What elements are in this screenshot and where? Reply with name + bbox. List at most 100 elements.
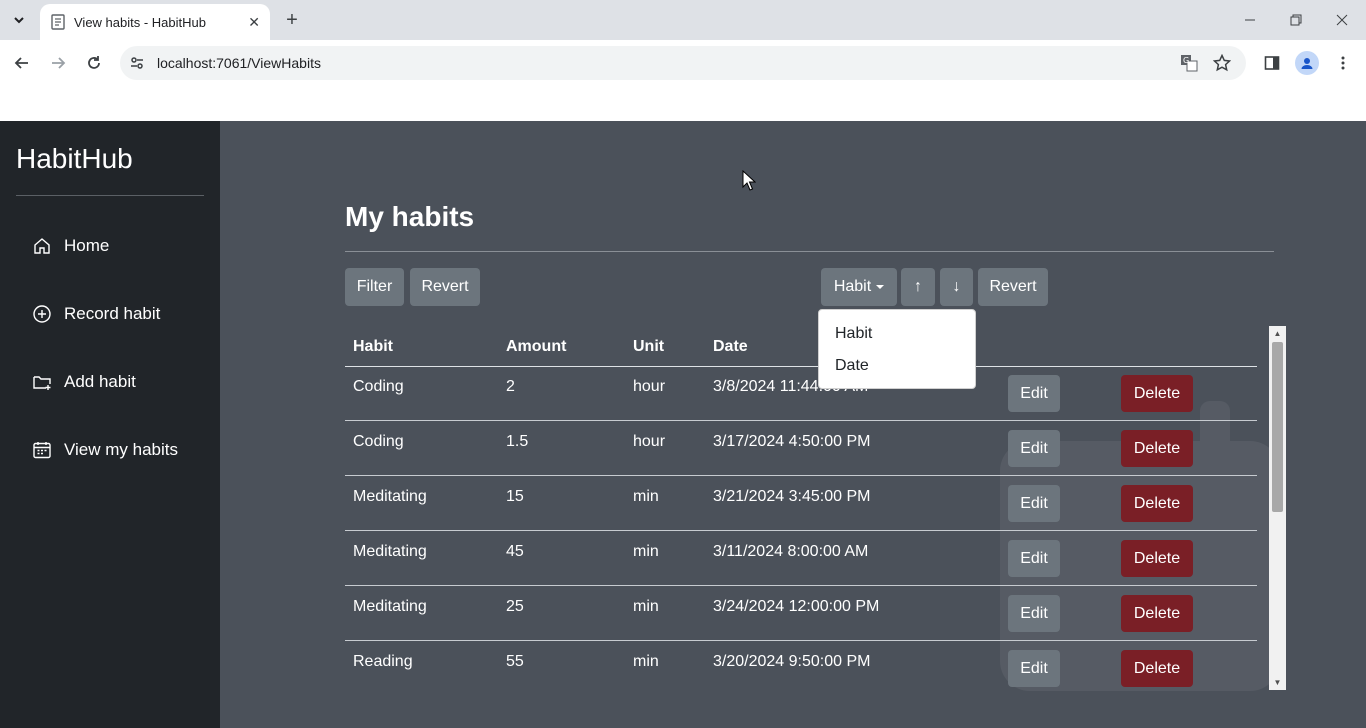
table-row: Reading 55 min 3/20/2024 9:50:00 PM Edit… <box>345 641 1257 691</box>
cell-habit: Reading <box>353 653 413 670</box>
restore-icon[interactable] <box>1284 8 1308 32</box>
cell-unit: hour <box>633 378 666 395</box>
address-bar[interactable]: localhost:7061/ViewHabits G <box>120 46 1246 80</box>
site-settings-icon[interactable] <box>128 54 146 72</box>
caret-down-icon <box>876 285 885 289</box>
delete-button[interactable]: Delete <box>1121 595 1193 632</box>
delete-button[interactable]: Delete <box>1121 650 1193 687</box>
column-header-date: Date <box>713 338 748 355</box>
delete-button[interactable]: Delete <box>1121 485 1193 522</box>
sort-field-menu: Habit Date <box>818 309 976 389</box>
table-row: Meditating 15 min 3/21/2024 3:45:00 PM E… <box>345 476 1257 531</box>
minimize-icon[interactable] <box>1238 8 1262 32</box>
sort-descending-button[interactable]: ↓ <box>940 268 973 306</box>
edit-button[interactable]: Edit <box>1008 375 1060 412</box>
main-content: My habits Filter Revert Habit ↑ ↓ Revert… <box>220 121 1366 728</box>
sort-ascending-button[interactable]: ↑ <box>901 268 935 306</box>
cell-date: 3/21/2024 3:45:00 PM <box>713 488 871 505</box>
cell-unit: min <box>633 488 659 505</box>
sort-field-label: Habit <box>833 278 872 295</box>
cell-unit: hour <box>633 433 666 450</box>
column-header-habit: Habit <box>353 338 393 355</box>
url-text[interactable]: localhost:7061/ViewHabits <box>157 55 321 71</box>
browser-tab[interactable]: View habits - HabitHub ✕ <box>40 4 270 40</box>
sidebar-item-record-habit[interactable]: Record habit <box>32 300 160 328</box>
delete-button[interactable]: Delete <box>1121 540 1193 577</box>
page-title: My habits <box>345 201 475 232</box>
cell-habit: Meditating <box>353 598 427 615</box>
cell-unit: min <box>633 543 659 560</box>
table-row: Coding 2 hour 3/8/2024 11:44:00 AM Edit … <box>345 366 1257 421</box>
browser-toolbar: localhost:7061/ViewHabits G <box>0 40 1366 86</box>
tab-close-icon[interactable]: ✕ <box>248 14 260 31</box>
scroll-down-arrow-icon[interactable]: ▼ <box>1269 675 1286 690</box>
cell-date: 3/24/2024 12:00:00 PM <box>713 598 880 615</box>
sidebar-item-label: Add habit <box>64 372 136 391</box>
scrollbar-thumb[interactable] <box>1272 342 1283 512</box>
plus-circle-icon <box>32 304 52 324</box>
cell-amount: 55 <box>506 653 524 670</box>
cell-unit: min <box>633 598 659 615</box>
scroll-up-arrow-icon[interactable]: ▲ <box>1269 326 1286 341</box>
delete-button[interactable]: Delete <box>1121 375 1193 412</box>
browser-tab-bar: View habits - HabitHub ✕ + <box>0 0 1366 40</box>
profile-avatar-icon[interactable] <box>1295 51 1319 75</box>
cell-amount: 2 <box>506 378 515 395</box>
habithub-app: HabitHub Home Record habit Add habit Vie… <box>0 121 1366 728</box>
sidebar-item-home[interactable]: Home <box>32 232 109 260</box>
delete-button[interactable]: Delete <box>1121 430 1193 467</box>
edit-button[interactable]: Edit <box>1008 595 1060 632</box>
brand-logo[interactable]: HabitHub <box>16 143 133 175</box>
edit-button[interactable]: Edit <box>1008 650 1060 687</box>
edit-button[interactable]: Edit <box>1008 485 1060 522</box>
bookmark-star-icon[interactable] <box>1212 53 1232 73</box>
svg-text:G: G <box>1183 56 1189 65</box>
cell-habit: Coding <box>353 433 404 450</box>
dropdown-option-date[interactable]: Date <box>835 357 869 375</box>
tab-title: View habits - HabitHub <box>74 14 206 30</box>
column-header-unit: Unit <box>633 338 665 355</box>
forward-icon[interactable] <box>46 51 70 75</box>
sort-revert-button[interactable]: Revert <box>978 268 1048 306</box>
filter-revert-button[interactable]: Revert <box>410 268 480 306</box>
column-header-amount: Amount <box>506 338 567 355</box>
reload-icon[interactable] <box>82 51 106 75</box>
table-row: Meditating 45 min 3/11/2024 8:00:00 AM E… <box>345 531 1257 586</box>
title-divider <box>345 251 1274 252</box>
cell-habit: Meditating <box>353 543 427 560</box>
edit-button[interactable]: Edit <box>1008 540 1060 577</box>
close-window-icon[interactable] <box>1330 8 1354 32</box>
house-icon <box>32 236 52 256</box>
sidebar-item-add-habit[interactable]: Add habit <box>32 368 136 396</box>
filter-button[interactable]: Filter <box>345 268 404 306</box>
cell-amount: 15 <box>506 488 524 505</box>
bookmarks-bar <box>0 86 1366 121</box>
sidebar-item-label: Home <box>64 236 110 255</box>
cell-habit: Meditating <box>353 488 427 505</box>
table-row: Meditating 25 min 3/24/2024 12:00:00 PM … <box>345 586 1257 641</box>
calendar-icon <box>32 440 52 460</box>
edit-button[interactable]: Edit <box>1008 430 1060 467</box>
cell-unit: min <box>633 653 659 670</box>
sort-field-dropdown[interactable]: Habit <box>821 268 897 306</box>
cell-date: 3/11/2024 8:00:00 AM <box>713 543 869 560</box>
sidebar-divider <box>16 195 204 196</box>
mouse-cursor-icon <box>742 170 756 191</box>
folder-plus-icon <box>32 372 52 392</box>
sidebar: HabitHub Home Record habit Add habit Vie… <box>0 121 220 728</box>
browser-menu-icon[interactable] <box>1331 51 1355 75</box>
cell-amount: 25 <box>506 598 524 615</box>
back-icon[interactable] <box>10 51 34 75</box>
tab-search-chevron-icon[interactable] <box>6 8 32 32</box>
new-tab-icon[interactable]: + <box>282 8 302 32</box>
translate-icon[interactable]: G <box>1179 53 1199 73</box>
side-panel-icon[interactable] <box>1260 51 1284 75</box>
habits-table: Habit Amount Unit Date Coding 2 hour 3/8… <box>345 326 1285 691</box>
cell-date: 3/17/2024 4:50:00 PM <box>713 433 871 450</box>
sidebar-item-label: Record habit <box>64 304 161 323</box>
sidebar-item-label: View my habits <box>64 440 179 459</box>
sidebar-item-view-my-habits[interactable]: View my habits <box>32 436 178 464</box>
table-scrollbar[interactable]: ▲ ▼ <box>1269 326 1286 690</box>
dropdown-option-habit[interactable]: Habit <box>835 325 872 343</box>
cell-date: 3/20/2024 9:50:00 PM <box>713 653 871 670</box>
